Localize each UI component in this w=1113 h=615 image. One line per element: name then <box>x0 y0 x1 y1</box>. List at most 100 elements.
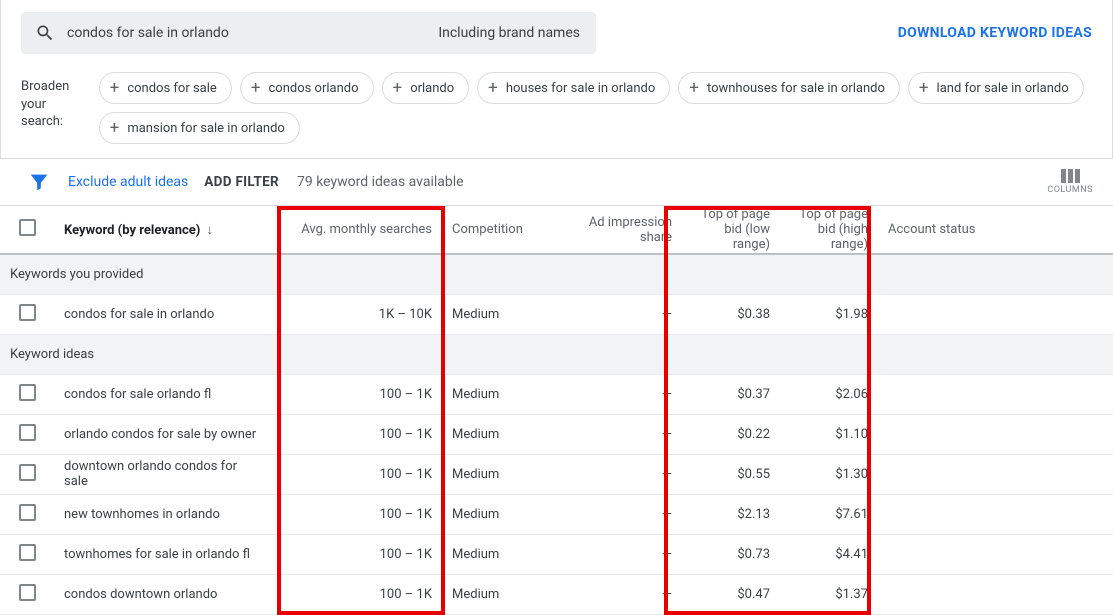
search-icon <box>35 23 55 43</box>
filter-icon[interactable] <box>28 171 50 193</box>
cell-keyword: downtown orlando condos for sale <box>54 454 274 494</box>
row-checkbox[interactable] <box>19 584 36 601</box>
cell-bid-high: $2.06 <box>780 374 878 414</box>
col-impression-share[interactable]: Ad impression share <box>568 206 682 254</box>
plus-icon: + <box>110 120 120 137</box>
cell-competition: Medium <box>442 374 568 414</box>
cell-status <box>878 414 1113 454</box>
cell-bid-high: $1.30 <box>780 454 878 494</box>
table-header-row: Keyword (by relevance)↓ Avg. monthly sea… <box>0 206 1113 254</box>
col-bid-high[interactable]: Top of page bid (high range) <box>780 206 878 254</box>
broaden-chip[interactable]: + land for sale in orlando <box>908 72 1084 104</box>
cell-bid-high: $1.37 <box>780 574 878 614</box>
cell-searches: 100 – 1K <box>274 534 442 574</box>
cell-searches: 100 – 1K <box>274 494 442 534</box>
cell-bid-high: $1.98 <box>780 294 878 334</box>
cell <box>0 414 54 454</box>
cell-competition: Medium <box>442 294 568 334</box>
row-checkbox[interactable] <box>19 304 36 321</box>
columns-button[interactable]: COLUMNS <box>1047 169 1093 195</box>
chip-label: condos for sale <box>127 81 216 96</box>
cell-impression: — <box>568 454 682 494</box>
filter-bar: Exclude adult ideas ADD FILTER 79 keywor… <box>0 159 1113 206</box>
cell-competition: Medium <box>442 534 568 574</box>
col-keyword[interactable]: Keyword (by relevance)↓ <box>54 206 274 254</box>
plus-icon: + <box>251 80 261 97</box>
cell-searches: 100 – 1K <box>274 454 442 494</box>
cell <box>0 374 54 414</box>
broaden-chip[interactable]: +orlando <box>382 72 470 104</box>
chip-label: condos orlando <box>268 81 358 96</box>
cell-keyword: condos for sale in orlando <box>54 294 274 334</box>
row-checkbox[interactable] <box>19 424 36 441</box>
table-row: orlando condos for sale by owner100 – 1K… <box>0 414 1113 454</box>
broaden-chips: +condos for sale+condos orlando+orlando+… <box>99 72 1092 144</box>
table-row: condos downtown orlando100 – 1KMedium—$0… <box>0 574 1113 614</box>
col-avg-searches[interactable]: Avg. monthly searches <box>274 206 442 254</box>
exclude-adult-ideas-link[interactable]: Exclude adult ideas <box>68 174 188 190</box>
table-row: new townhomes in orlando100 – 1KMedium—$… <box>0 494 1113 534</box>
col-competition[interactable]: Competition <box>442 206 568 254</box>
cell-bid-high: $7.61 <box>780 494 878 534</box>
download-keyword-ideas-link[interactable]: DOWNLOAD KEYWORD IDEAS <box>898 25 1092 41</box>
col-account-status[interactable]: Account status <box>878 206 1113 254</box>
broaden-chip[interactable]: + houses for sale in orlando <box>477 72 670 104</box>
cell-competition: Medium <box>442 494 568 534</box>
select-all-checkbox[interactable] <box>19 219 36 236</box>
cell-keyword: new townhomes in orlando <box>54 494 274 534</box>
broaden-chip[interactable]: + condos orlando <box>240 72 374 104</box>
table-wrap: Keyword (by relevance)↓ Avg. monthly sea… <box>0 206 1113 615</box>
chip-label: houses for sale in orlando <box>506 81 655 96</box>
brand-mode[interactable]: Including brand names <box>438 25 580 41</box>
row-checkbox[interactable] <box>19 504 36 521</box>
cell <box>0 534 54 574</box>
cell-bid-low: $0.37 <box>682 374 780 414</box>
ideas-count: 79 keyword ideas available <box>297 174 464 190</box>
col-bid-low[interactable]: Top of page bid (low range) <box>682 206 780 254</box>
columns-icon <box>1061 169 1080 183</box>
keyword-table: Keyword (by relevance)↓ Avg. monthly sea… <box>0 206 1113 615</box>
cell-status <box>878 494 1113 534</box>
row-checkbox[interactable] <box>19 544 36 561</box>
section-label: Keyword ideas <box>0 334 1113 374</box>
cell-keyword: condos for sale orlando fl <box>54 374 274 414</box>
broaden-chip[interactable]: +condos for sale <box>99 72 232 104</box>
broaden-chip[interactable]: +townhouses for sale in orlando <box>678 72 900 104</box>
cell-keyword: orlando condos for sale by owner <box>54 414 274 454</box>
cell-bid-high: $4.41 <box>780 534 878 574</box>
plus-icon: + <box>488 80 498 97</box>
cell-status <box>878 374 1113 414</box>
cell-impression: — <box>568 534 682 574</box>
broaden-label: Broaden your search: <box>21 72 85 131</box>
table-row: downtown orlando condos for sale100 – 1K… <box>0 454 1113 494</box>
cell-bid-low: $0.38 <box>682 294 780 334</box>
cell-status <box>878 574 1113 614</box>
cell-impression: — <box>568 574 682 614</box>
section-row: Keyword ideas <box>0 334 1113 374</box>
top-panel: condos for sale in orlando Including bra… <box>0 0 1113 159</box>
cell-bid-low: $0.55 <box>682 454 780 494</box>
cell-status <box>878 454 1113 494</box>
section-label: Keywords you provided <box>0 254 1113 294</box>
row-checkbox[interactable] <box>19 464 36 481</box>
cell-searches: 1K – 10K <box>274 294 442 334</box>
sort-arrow-down-icon: ↓ <box>206 222 213 238</box>
add-filter-button[interactable]: ADD FILTER <box>204 174 279 190</box>
cell-impression: — <box>568 294 682 334</box>
cell <box>0 294 54 334</box>
chip-label: orlando <box>410 81 454 96</box>
cell-impression: — <box>568 414 682 454</box>
cell-bid-low: $2.13 <box>682 494 780 534</box>
broaden-row: Broaden your search: +condos for sale+co… <box>21 72 1092 144</box>
cell-searches: 100 – 1K <box>274 574 442 614</box>
cell-keyword: townhomes for sale in orlando fl <box>54 534 274 574</box>
search-query: condos for sale in orlando <box>67 25 438 41</box>
row-checkbox[interactable] <box>19 384 36 401</box>
plus-icon: + <box>919 80 929 97</box>
chip-label: land for sale in orlando <box>937 81 1069 96</box>
search-box[interactable]: condos for sale in orlando Including bra… <box>21 12 596 54</box>
cell-searches: 100 – 1K <box>274 374 442 414</box>
cell-bid-low: $0.22 <box>682 414 780 454</box>
broaden-chip[interactable]: +mansion for sale in orlando <box>99 112 300 144</box>
table-row: condos for sale in orlando1K – 10KMedium… <box>0 294 1113 334</box>
